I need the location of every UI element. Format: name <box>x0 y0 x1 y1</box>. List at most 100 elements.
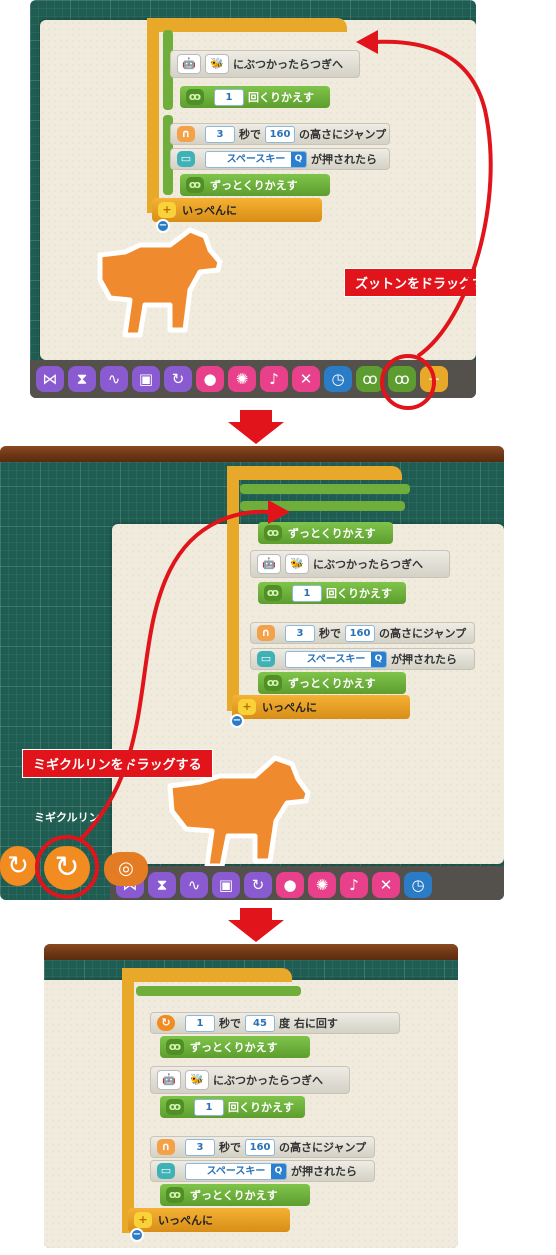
bee-sprite-icon: 🐝 <box>205 54 229 74</box>
forever-top-block[interactable]: ꝏ ずっとくりかえす <box>160 1036 310 1058</box>
palette-burst-icon[interactable]: ✺ <box>228 366 256 392</box>
jump-label: の高さにジャンプ <box>299 128 387 141</box>
loop-icon: ꝏ <box>264 525 282 541</box>
collapse-icon[interactable]: − <box>130 1228 144 1242</box>
palette-face-icon[interactable]: ● <box>276 872 304 898</box>
palette-wave-icon[interactable]: ∿ <box>100 366 128 392</box>
step1-callout: ズットンをドラッグする <box>344 268 476 297</box>
step3-screenshot: ↻ 1 秒で 45 度 右に回す ꝏ ずっとくりかえす 🤖 🐝 にぶつかったらつ… <box>44 944 458 1248</box>
jump-height-input[interactable]: 160 <box>265 125 295 143</box>
wood-frame <box>0 446 504 462</box>
palette-bag-icon[interactable]: ▣ <box>212 872 240 898</box>
collide-block[interactable]: 🤖 🐝 にぶつかったらつぎへ <box>150 1066 350 1094</box>
jump-block[interactable]: ∩ 3 秒で 160 の高さにジャンプ <box>250 622 475 644</box>
palette-chameleon-icon[interactable]: ◎ <box>104 852 148 886</box>
rotate-label: 度 右に回す <box>279 1017 338 1030</box>
collapse-icon[interactable]: − <box>230 714 244 728</box>
together-block[interactable]: + いっぺんに <box>152 198 322 222</box>
palette-face-icon[interactable]: ● <box>196 366 224 392</box>
forever-block[interactable]: ꝏ ずっとくりかえす <box>160 1184 310 1206</box>
collide-block[interactable]: 🤖 🐝 にぶつかったらつぎへ <box>250 550 450 578</box>
jump-seconds-input[interactable]: 3 <box>205 125 235 143</box>
forever-top-label: ずっとくりかえす <box>190 1041 278 1054</box>
repeat-count-input[interactable]: 1 <box>214 88 244 106</box>
repeat-block[interactable]: ꝏ 1 回くりかえす <box>180 86 330 108</box>
loop-icon: ꝏ <box>264 585 282 601</box>
forever-block[interactable]: ꝏ ずっとくりかえす <box>180 174 330 196</box>
search-icon[interactable]: Q <box>371 651 386 667</box>
key-select[interactable]: スペースキー Q <box>205 150 307 168</box>
palette-burst-icon[interactable]: ✺ <box>308 872 336 898</box>
palette-hourglass-icon[interactable]: ⧗ <box>148 872 176 898</box>
palette-hourglass-icon[interactable]: ⧗ <box>68 366 96 392</box>
jump-seconds-input[interactable]: 3 <box>285 624 315 642</box>
together-label: いっぺんに <box>262 701 317 714</box>
repeat-count-input[interactable]: 1 <box>292 584 322 602</box>
repeat-label: 回くりかえす <box>326 587 392 600</box>
palette-wave-icon[interactable]: ∿ <box>180 872 208 898</box>
palette-bag-icon[interactable]: ▣ <box>132 366 160 392</box>
key-select[interactable]: スペースキー Q <box>185 1162 287 1180</box>
palette-loop2-icon[interactable]: ꝏ <box>388 366 416 392</box>
forever-wrap-top2 <box>240 501 405 511</box>
together-block[interactable]: + いっぺんに <box>232 695 410 719</box>
palette-note-icon[interactable]: ♪ <box>260 366 288 392</box>
together-block[interactable]: + いっぺんに <box>128 1208 290 1232</box>
key-icon: ▭ <box>257 651 275 667</box>
step2-screenshot: ꝏ ずっとくりかえす 🤖 🐝 にぶつかったらつぎへ ꝏ 1 回くりかえす ∩ 3… <box>0 446 504 900</box>
repeat-block[interactable]: ꝏ 1 回くりかえす <box>160 1096 305 1118</box>
collapse-icon[interactable]: − <box>156 219 170 233</box>
stack-bracket-side <box>122 968 134 1233</box>
palette-bowtie-icon[interactable]: ⋈ <box>36 366 64 392</box>
key-select[interactable]: スペースキー Q <box>285 650 387 668</box>
jump-label: の高さにジャンプ <box>279 1141 367 1154</box>
search-icon[interactable]: Q <box>291 151 306 167</box>
palette-zutton-icon[interactable]: ꝏ <box>356 366 384 392</box>
jump-sec-label: 秒で <box>319 627 341 640</box>
jump-block[interactable]: ∩ 3 秒で 160 の高さにジャンプ <box>150 1136 375 1158</box>
key-block[interactable]: ▭ スペースキー Q が押されたら <box>150 1160 375 1182</box>
palette-clock-icon[interactable]: ◷ <box>404 872 432 898</box>
palette-migikururin-icon[interactable]: ↻ <box>44 846 90 890</box>
key-block[interactable]: ▭ スペースキー Q が押されたら <box>250 648 475 670</box>
forever-top-block[interactable]: ꝏ ずっとくりかえす <box>258 522 393 544</box>
jump-height-input[interactable]: 160 <box>245 1138 275 1156</box>
jump-sec-label: 秒で <box>219 1141 241 1154</box>
stack-bracket-side <box>147 18 159 213</box>
palette-clock-icon[interactable]: ◷ <box>324 366 352 392</box>
repeat-block[interactable]: ꝏ 1 回くりかえす <box>258 582 406 604</box>
key-block[interactable]: ▭ スペースキー Q が押されたら <box>170 148 390 170</box>
jump-sec-label: 秒で <box>239 128 261 141</box>
jump-height-input[interactable]: 160 <box>345 624 375 642</box>
jump-icon: ∩ <box>157 1139 175 1155</box>
palette-left-spin-icon[interactable]: ↻ <box>0 846 36 886</box>
forever-block[interactable]: ꝏ ずっとくりかえす <box>258 672 406 694</box>
palette-caption: ミギクルリン <box>34 811 100 824</box>
palette-spin-icon[interactable]: ↻ <box>244 872 272 898</box>
next-step-arrow <box>228 410 284 444</box>
repeat-label: 回くりかえす <box>248 91 314 104</box>
rotate-seconds-input[interactable]: 1 <box>185 1014 215 1032</box>
key-name: スペースキー <box>206 1165 266 1177</box>
jump-block[interactable]: ∩ 3 秒で 160 の高さにジャンプ <box>170 123 390 145</box>
step2-callout: ミギクルリンをドラッグする <box>22 749 213 778</box>
step1-screenshot: 🤖 🐝 にぶつかったらつぎへ ꝏ 1 回くりかえす ∩ 3 秒で 160 の高さ… <box>30 0 476 398</box>
palette-plus-icon[interactable]: + <box>420 366 448 392</box>
key-icon: ▭ <box>157 1163 175 1179</box>
collide-block[interactable]: 🤖 🐝 にぶつかったらつぎへ <box>170 50 360 78</box>
rotate-block[interactable]: ↻ 1 秒で 45 度 右に回す <box>150 1012 400 1034</box>
palette-spin-icon[interactable]: ↻ <box>164 366 192 392</box>
jump-seconds-input[interactable]: 3 <box>185 1138 215 1156</box>
repeat-count-input[interactable]: 1 <box>194 1098 224 1116</box>
search-icon[interactable]: Q <box>271 1163 286 1179</box>
forever-wrap-top <box>240 484 410 494</box>
wood-frame <box>44 944 458 960</box>
palette-mute-icon[interactable]: ✕ <box>292 366 320 392</box>
loop-icon: ꝏ <box>186 89 204 105</box>
collide-label: にぶつかったらつぎへ <box>313 558 423 571</box>
palette-mute-icon[interactable]: ✕ <box>372 872 400 898</box>
rotate-degrees-input[interactable]: 45 <box>245 1014 275 1032</box>
forever-label: ずっとくりかえす <box>190 1189 278 1202</box>
palette-note-icon[interactable]: ♪ <box>340 872 368 898</box>
key-icon: ▭ <box>177 151 195 167</box>
